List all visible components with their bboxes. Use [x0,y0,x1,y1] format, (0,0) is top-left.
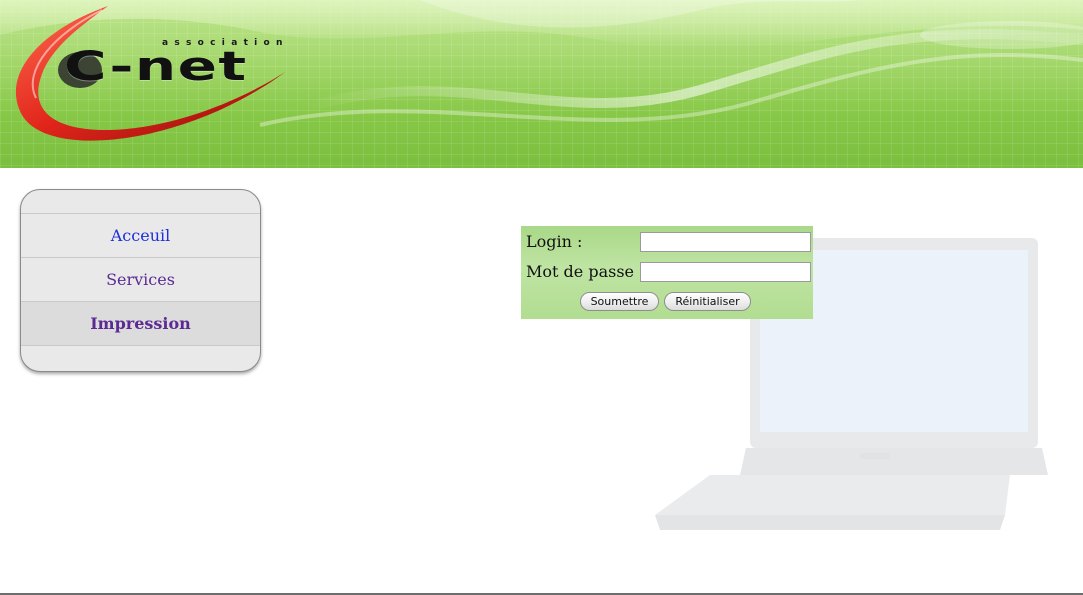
logo-title: C-net [64,44,248,90]
password-row: Mot de passe : [526,261,811,283]
menu-item-impression[interactable]: Impression [21,302,260,346]
login-row: Login : [526,231,811,253]
sidebar-menu: Acceuil Services Impression [20,189,261,372]
password-label: Mot de passe : [526,262,645,281]
menu-item-services[interactable]: Services [21,258,260,302]
login-form: Login : Mot de passe : Soumettre Réiniti… [521,226,813,319]
login-label: Login : [526,232,583,251]
reset-button[interactable]: Réinitialiser [664,292,751,311]
password-input[interactable] [640,262,811,282]
menu-header-spacer [21,190,260,214]
login-input[interactable] [640,232,811,252]
cnet-logo[interactable]: association C-net [0,0,320,168]
submit-button[interactable]: Soumettre [580,292,659,311]
header-banner: association C-net [0,0,1083,168]
menu-item-acceuil[interactable]: Acceuil [21,214,260,258]
